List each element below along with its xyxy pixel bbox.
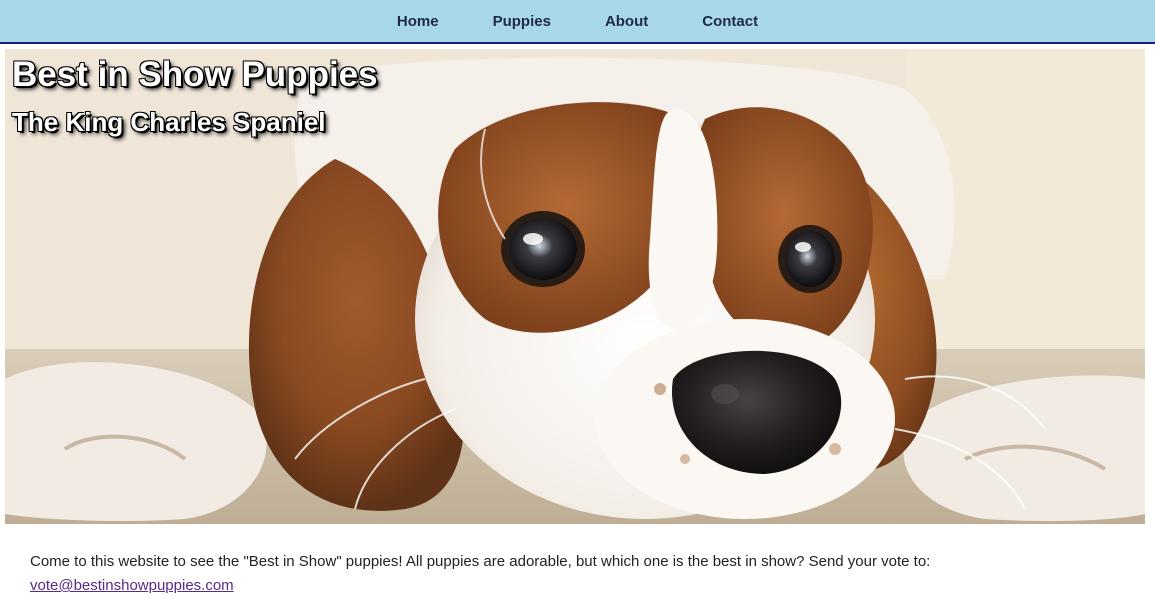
main-content: Come to this website to see the "Best in… xyxy=(30,550,1140,598)
nav-link-contact[interactable]: Contact xyxy=(702,13,758,30)
intro-text: Come to this website to see the "Best in… xyxy=(30,553,931,570)
nav-link-puppies[interactable]: Puppies xyxy=(493,13,551,30)
nav-link-home[interactable]: Home xyxy=(397,13,439,30)
nav-link-about[interactable]: About xyxy=(605,13,648,30)
intro-paragraph: Come to this website to see the "Best in… xyxy=(30,550,1140,598)
hero-title: Best in Show Puppies xyxy=(12,55,378,94)
vote-email-link[interactable]: vote@bestinshowpuppies.com xyxy=(30,577,234,594)
hero-subtitle: The King Charles Spaniel xyxy=(12,107,326,137)
hero-banner: Best in Show Puppies The King Charles Sp… xyxy=(5,49,1145,524)
top-navbar: Home Puppies About Contact xyxy=(0,0,1155,44)
